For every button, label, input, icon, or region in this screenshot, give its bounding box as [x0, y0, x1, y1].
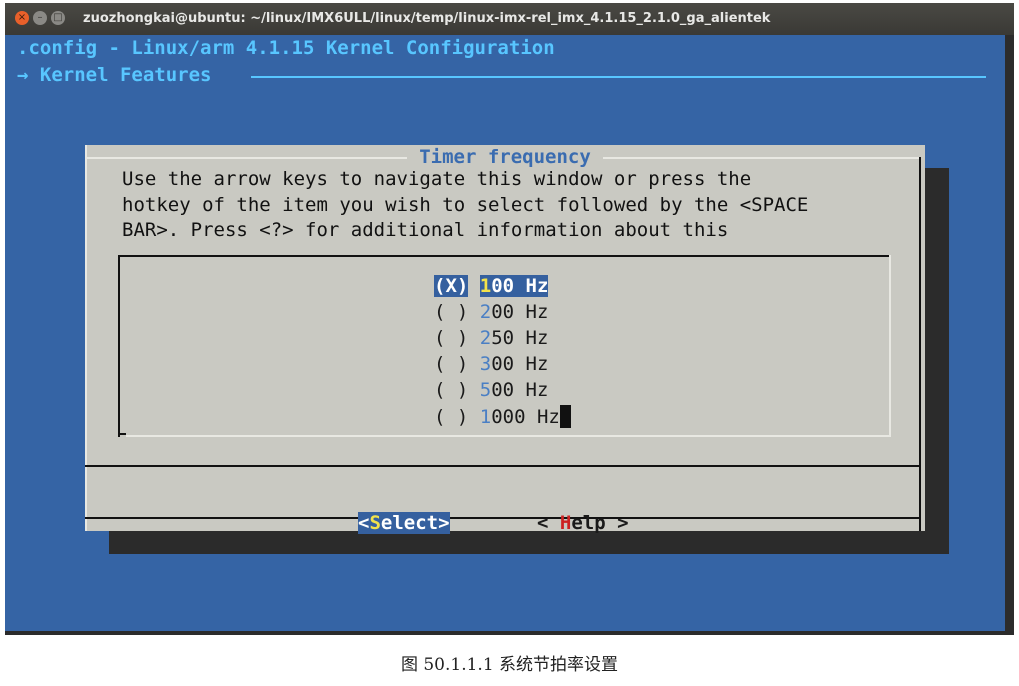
select-hotkey: S [369, 512, 381, 534]
option-hotkey: 5 [479, 379, 492, 401]
list-border-right [889, 255, 891, 437]
radio-list-box[interactable]: (X) 100 Hz ( ) 200 Hz ( ) 250 Hz ( ) 300… [118, 255, 893, 437]
figure-caption: 图 50.1.1.1 系统节拍率设置 [400, 655, 619, 675]
option-text: 00 Hz [491, 275, 549, 297]
option-label: 200 Hz [480, 301, 549, 323]
radio-mark: ( ) [434, 327, 469, 349]
minimize-icon[interactable]: – [33, 11, 47, 25]
option-1000hz[interactable]: ( ) 1000 Hz [434, 405, 571, 431]
option-250hz[interactable]: ( ) 250 Hz [434, 327, 548, 353]
option-text: 00 Hz [491, 301, 549, 323]
terminal-screen[interactable]: .config - Linux/arm 4.1.15 Kernel Config… [5, 35, 1014, 631]
option-300hz[interactable]: ( ) 300 Hz [434, 353, 548, 379]
help-open: < [537, 512, 560, 534]
radio-mark: ( ) [434, 379, 469, 401]
option-label: 1000 Hz [480, 406, 560, 428]
list-border-top [118, 255, 890, 257]
option-500hz[interactable]: ( ) 500 Hz [434, 379, 548, 405]
button-separator [85, 465, 921, 467]
option-hotkey: 2 [479, 301, 492, 323]
dialog-title-wrap: Timer frequency [85, 146, 925, 168]
dialog-help-text: Use the arrow keys to navigate this wind… [122, 168, 809, 241]
text-cursor [559, 405, 571, 428]
radio-mark: (X) [434, 275, 469, 297]
option-text: 00 Hz [491, 353, 549, 375]
list-border-bottom [126, 435, 891, 437]
option-hotkey: 1 [479, 275, 492, 297]
help-button[interactable]: < Help > [537, 512, 629, 534]
select-button[interactable]: <Select> [358, 512, 450, 534]
breadcrumb: → Kernel Features [17, 64, 212, 86]
title-bar[interactable]: × – □ zuozhongkai@ubuntu: ~/linux/IMX6UL… [5, 3, 1014, 35]
select-open: < [358, 512, 370, 534]
timer-frequency-dialog: Timer frequency Use the arrow keys to na… [85, 145, 925, 534]
option-text: 50 Hz [491, 327, 549, 349]
dialog-border-left [85, 145, 87, 531]
select-close: > [438, 512, 450, 534]
dialog-title: Timer frequency [407, 146, 603, 168]
config-header: .config - Linux/arm 4.1.15 Kernel Config… [17, 37, 555, 59]
option-label: 500 Hz [480, 379, 549, 401]
select-text: elect [380, 512, 439, 534]
option-text: 00 Hz [491, 379, 549, 401]
radio-mark: ( ) [434, 353, 469, 375]
maximize-icon[interactable]: □ [51, 11, 65, 25]
dialog-border-bottom [85, 517, 921, 519]
option-label: 300 Hz [480, 353, 549, 375]
option-text: 000 Hz [491, 406, 560, 428]
help-hotkey: H [559, 512, 572, 534]
window-title: zuozhongkai@ubuntu: ~/linux/IMX6ULL/linu… [83, 11, 771, 26]
help-text: elp [571, 512, 606, 534]
close-icon[interactable]: × [15, 11, 29, 25]
list-border-corner [118, 433, 126, 435]
option-200hz[interactable]: ( ) 200 Hz [434, 301, 548, 327]
option-hotkey: 1 [479, 406, 492, 428]
radio-mark: ( ) [434, 406, 469, 428]
breadcrumb-rule [251, 76, 986, 78]
option-hotkey: 2 [479, 327, 492, 349]
option-label: 250 Hz [480, 327, 549, 349]
option-label: 100 Hz [479, 275, 549, 297]
option-hotkey: 3 [479, 353, 492, 375]
radio-mark: ( ) [434, 301, 469, 323]
list-border-left [118, 255, 120, 437]
option-100hz[interactable]: (X) 100 Hz [434, 275, 549, 301]
dialog-border-right [919, 157, 921, 531]
terminal-window: × – □ zuozhongkai@ubuntu: ~/linux/IMX6UL… [5, 3, 1014, 635]
help-close: > [605, 512, 629, 534]
